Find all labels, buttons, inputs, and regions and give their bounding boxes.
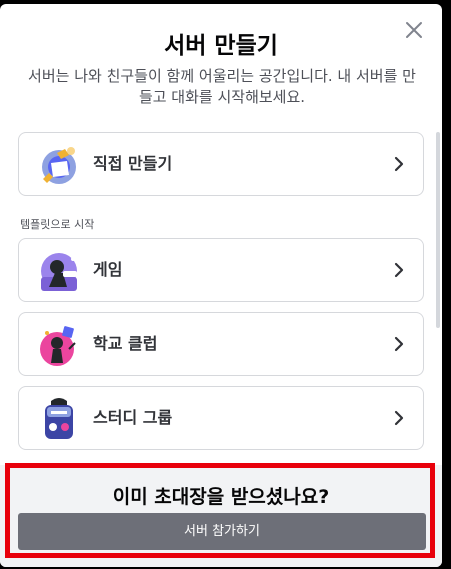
gaming-art-icon xyxy=(35,247,83,295)
template-gaming-button[interactable]: 게임 xyxy=(18,238,424,302)
template-school-club-label: 학교 클럽 xyxy=(93,334,158,353)
study-group-art-icon xyxy=(35,395,83,443)
create-own-button[interactable]: 직접 만들기 xyxy=(18,132,424,196)
template-section-label: 템플릿으로 시작 xyxy=(20,218,95,231)
template-study-group-button[interactable]: 스터디 그룹 xyxy=(18,386,424,450)
create-own-label: 직접 만들기 xyxy=(93,154,173,173)
template-study-group-label: 스터디 그룹 xyxy=(93,408,173,427)
scrollbar[interactable] xyxy=(436,132,440,328)
chevron-right-icon xyxy=(389,334,409,354)
template-gaming-label: 게임 xyxy=(93,260,123,279)
join-server-button[interactable]: 서버 참가하기 xyxy=(18,513,426,550)
create-own-art-icon xyxy=(35,141,83,189)
school-club-art-icon xyxy=(35,321,83,369)
join-footer-title: 이미 초대장을 받으셨나요? xyxy=(112,486,330,508)
template-school-club-button[interactable]: 학교 클럽 xyxy=(18,312,424,376)
modal-subtitle: 서버는 나와 친구들이 함께 어울리는 공간입니다. 내 서버를 만들고 대화를… xyxy=(28,67,416,106)
chevron-right-icon xyxy=(389,154,409,174)
create-server-modal: 서버 만들기 서버는 나와 친구들이 함께 어울리는 공간입니다. 내 서버를 … xyxy=(0,4,442,567)
chevron-right-icon xyxy=(389,260,409,280)
chevron-right-icon xyxy=(389,408,409,428)
modal-title: 서버 만들기 xyxy=(164,33,278,59)
